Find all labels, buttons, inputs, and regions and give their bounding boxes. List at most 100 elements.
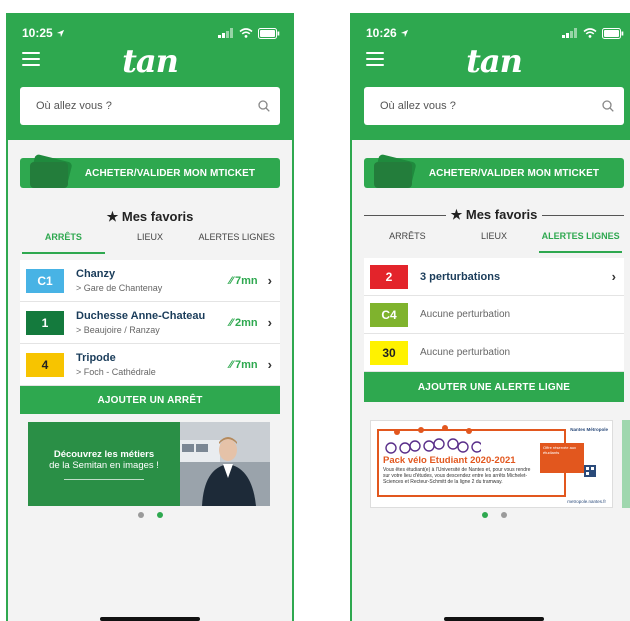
favorites-title: ★ Mes favoris [106,209,194,224]
stop-name: Chanzy [76,268,116,280]
location-arrow-icon [56,29,64,37]
alert-row[interactable]: 2 3 perturbations › [364,258,624,296]
tab-arrets[interactable]: ARRÊTS [20,230,107,254]
carousel-dots [8,512,292,518]
wifi-icon [583,28,597,38]
menu-icon[interactable] [366,52,384,66]
careers-banner[interactable]: Découvrez les métiers de la Semitan en i… [28,422,270,506]
chevron-right-icon[interactable]: › [612,269,616,284]
stop-eta: ⁄⁄ 2mn [229,316,258,329]
tab-arrets[interactable]: ARRÊTS [364,229,451,249]
phone-screen-line-alerts: 10:26 tan ACHETER/VALIDER MON MTICKET ★ … [350,13,630,621]
home-indicator[interactable] [444,617,544,621]
favorites-tabs: ARRÊTS LIEUX ALERTES LIGNES [364,229,624,253]
realtime-icon: ⁄⁄ [229,274,234,287]
stop-direction: > Gare de Chantenay [76,283,163,293]
stop-eta: ⁄⁄ 7mn [229,358,258,371]
banner-line-2: de la Semitan en images ! [49,459,159,471]
stop-direction: > Foch - Cathédrale [76,367,156,377]
cyclists-illustration [385,425,481,454]
realtime-icon: ⁄⁄ [229,316,234,329]
chevron-right-icon[interactable]: › [268,357,272,372]
favorites-title: ★ Mes favoris [352,207,630,223]
stop-direction: > Beaujoire / Ranzay [76,325,160,335]
search-bar[interactable] [364,87,624,125]
carousel-dot[interactable] [500,512,507,518]
buy-ticket-button[interactable]: ACHETER/VALIDER MON MTICKET [364,154,624,188]
status-bar: 10:25 [22,24,280,42]
signal-icon [562,28,577,38]
signal-icon [218,28,233,38]
search-input[interactable] [34,99,258,113]
line-badge: 4 [26,352,64,377]
battery-icon [258,27,280,39]
divider [364,215,446,216]
buy-ticket-label: ACHETER/VALIDER MON MTICKET [84,167,256,179]
star-icon: ★ [106,209,119,224]
carousel-dot[interactable] [137,512,144,518]
carousel-dot-active[interactable] [481,512,488,518]
status-time: 10:25 [22,26,65,40]
menu-icon[interactable] [22,52,40,66]
student-bike-promo-banner[interactable]: Pack vélo Etudiant 2020-2021 Vous êtes é… [370,420,613,508]
next-banner-peek[interactable] [622,420,630,508]
favorites-tabs: ARRÊTS LIEUX ALERTES LIGNES [20,230,280,254]
chevron-right-icon[interactable]: › [268,315,272,330]
alert-status: Aucune perturbation [420,309,511,320]
phone-screen-favorites-stops: 10:25 tan ACHETER/VALIDER MON MTICKET ★ … [6,13,294,621]
stop-row[interactable]: 4 Tripode > Foch - Cathédrale ⁄⁄ 7mn › [20,344,280,386]
line-alerts-list: 2 3 perturbations › C4 Aucune perturbati… [364,258,624,402]
app-header: 10:25 tan [8,15,292,140]
search-icon[interactable] [602,100,614,112]
tab-lieux[interactable]: LIEUX [107,230,194,250]
carousel-dots [352,512,630,518]
stop-row[interactable]: 1 Duchesse Anne-Chateau > Beaujoire / Ra… [20,302,280,344]
chevron-right-icon[interactable]: › [268,273,272,288]
tab-lieux[interactable]: LIEUX [451,229,538,249]
search-bar[interactable] [20,87,280,125]
buy-ticket-button[interactable]: ACHETER/VALIDER MON MTICKET [20,154,280,188]
tan-logo: tan [122,42,179,80]
stop-eta: ⁄⁄ 7mn [229,274,258,287]
realtime-icon: ⁄⁄ [229,358,234,371]
favorite-stops-list: C1 Chanzy > Gare de Chantenay ⁄⁄ 7mn › 1 … [20,260,280,414]
promo-title: Pack vélo Etudiant 2020-2021 [383,455,516,466]
stop-name: Duchesse Anne-Chateau [76,310,206,322]
line-badge: 30 [370,340,408,365]
ticket-cards-icon [30,154,72,188]
alert-status: Aucune perturbation [420,347,511,358]
add-stop-button[interactable]: AJOUTER UN ARRÊT [20,386,280,414]
line-badge: C1 [26,268,64,293]
alert-row[interactable]: C4 Aucune perturbation [364,296,624,334]
status-bar: 10:26 [366,24,624,42]
banner-photo [180,422,270,506]
alert-row[interactable]: 30 Aucune perturbation [364,334,624,372]
clock: 10:26 [366,26,397,40]
promo-body: Vous êtes étudiant(e) à l'Université de … [383,467,531,485]
home-indicator[interactable] [100,617,200,621]
line-badge: 2 [370,264,408,289]
app-header: 10:26 tan [352,15,630,140]
line-badge: C4 [370,302,408,327]
stop-name: Tripode [76,352,116,364]
banner-line-1: Découvrez les métiers [53,448,155,460]
buy-ticket-label: ACHETER/VALIDER MON MTICKET [428,167,600,179]
add-line-alert-button[interactable]: AJOUTER UNE ALERTE LIGNE [364,372,624,402]
stop-row[interactable]: C1 Chanzy > Gare de Chantenay ⁄⁄ 7mn › [20,260,280,302]
star-icon: ★ [450,207,463,222]
clock: 10:25 [22,26,53,40]
location-arrow-icon [400,29,408,37]
status-time: 10:26 [366,26,409,40]
tan-logo: tan [466,42,523,80]
carousel-dot-active[interactable] [156,512,163,518]
promo-website: metropole.nantes.fr [567,499,606,504]
search-input[interactable] [378,99,602,113]
search-icon[interactable] [258,100,270,112]
qr-code-icon [584,465,596,477]
wifi-icon [239,28,253,38]
divider [542,215,624,216]
tab-alertes-lignes[interactable]: ALERTES LIGNES [193,230,280,250]
tab-alertes-lignes[interactable]: ALERTES LIGNES [537,229,624,253]
ticket-cards-icon [374,154,416,188]
line-badge: 1 [26,310,64,335]
